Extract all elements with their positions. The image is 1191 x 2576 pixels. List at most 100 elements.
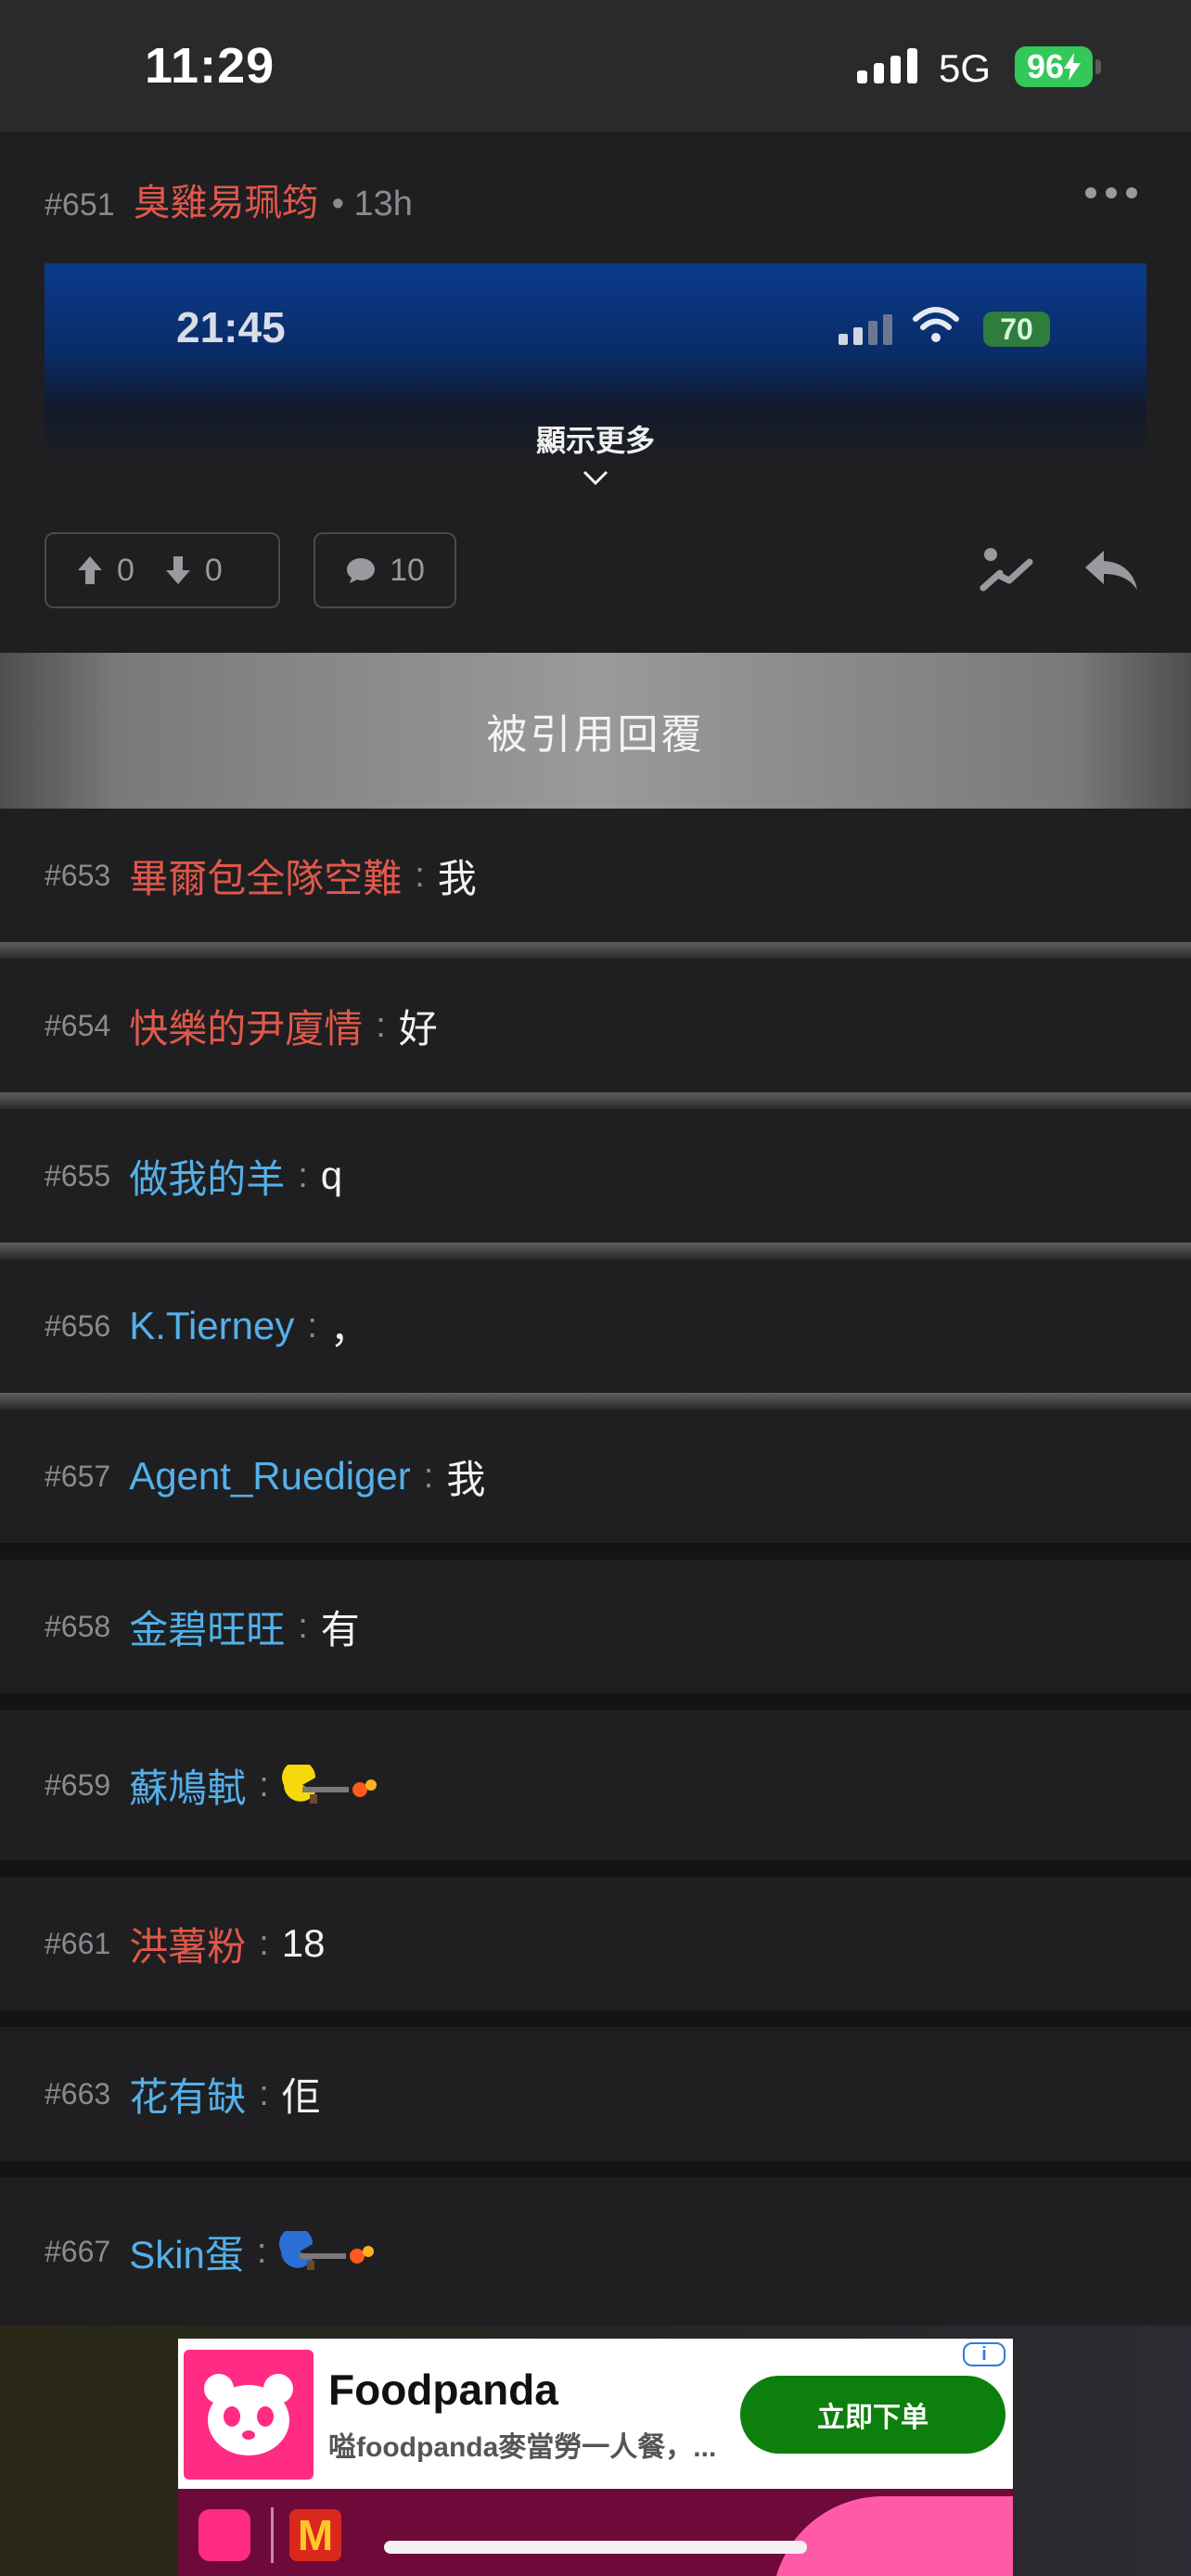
- battery-indicator: 96: [1015, 46, 1093, 87]
- reply-text: ，: [329, 1307, 369, 1351]
- reply-text: 佢: [281, 2074, 321, 2119]
- quoted-replies-title: 被引用回覆: [486, 712, 705, 758]
- post-floor-number: #651: [45, 187, 115, 223]
- arrow-down-icon: [165, 556, 190, 584]
- vote-group: 0 0: [45, 532, 280, 608]
- preview-wifi-icon: [913, 307, 959, 342]
- post-card: #651 臭雞易珮筠 • 13h 21:45 70 顯示更多 0 0 10: [0, 132, 1191, 653]
- upvote-button[interactable]: 0: [76, 553, 134, 589]
- battery-level: 96: [1026, 47, 1065, 85]
- ad-info-icon[interactable]: i: [963, 2342, 1005, 2366]
- reply-row[interactable]: #653 畢爾包全隊空難 : 我: [0, 809, 1191, 942]
- home-indicator[interactable]: [384, 2541, 807, 2554]
- reply-floor-number: #655: [45, 1158, 111, 1192]
- ad-image-strip: M: [178, 2489, 1013, 2576]
- order-now-button[interactable]: 立即下单: [740, 2376, 1005, 2454]
- reply-floor-number: #661: [45, 1926, 111, 1960]
- reply-separator: :: [298, 1155, 308, 1195]
- comment-count: 10: [390, 552, 425, 588]
- ad-title: Foodpanda: [328, 2366, 558, 2414]
- chevron-down-icon: [583, 470, 608, 486]
- post-author[interactable]: 臭雞易珮筠: [134, 172, 319, 226]
- reply-author[interactable]: 快樂的尹廈情: [129, 998, 363, 1054]
- reply-row[interactable]: #661 洪薯粉 : 18: [0, 1877, 1191, 2010]
- quote-icon[interactable]: [980, 545, 1033, 593]
- network-label: 5G: [939, 46, 992, 90]
- quoted-replies-header: 被引用回覆: [0, 653, 1191, 809]
- comment-bubble-icon: [347, 558, 376, 583]
- reply-row[interactable]: #663 花有缺 : 佢: [0, 2027, 1191, 2161]
- reply-row[interactable]: #656 K.Tierney : ，: [0, 1259, 1191, 1393]
- blue-shooter-sticker-icon: [279, 2231, 375, 2270]
- reply-author[interactable]: 蘇鳩軾: [129, 1757, 246, 1814]
- reply-author[interactable]: 做我的羊: [129, 1148, 285, 1205]
- status-time: 11:29: [145, 38, 275, 94]
- mcdonalds-logo-icon: M: [289, 2509, 341, 2561]
- strip-divider: [271, 2507, 274, 2563]
- reply-row[interactable]: #658 金碧旺旺 : 有: [0, 1560, 1191, 1693]
- row-divider: [0, 942, 1191, 959]
- show-more-label: 顯示更多: [535, 424, 655, 457]
- reply-author[interactable]: Agent_Ruediger: [129, 1454, 411, 1498]
- reply-author[interactable]: K.Tierney: [129, 1304, 294, 1348]
- yellow-shooter-sticker-icon: [281, 1765, 377, 1804]
- reply-author[interactable]: 畢爾包全隊空難: [129, 848, 402, 904]
- row-divider: [0, 1092, 1191, 1109]
- preview-signal-icon: [839, 314, 892, 345]
- reply-separator: :: [415, 855, 425, 895]
- reply-author[interactable]: 花有缺: [129, 2066, 246, 2123]
- reply-row[interactable]: #654 快樂的尹廈情 : 好: [0, 959, 1191, 1092]
- reply-separator: :: [298, 1606, 308, 1646]
- charging-bolt-icon: [1064, 53, 1082, 81]
- panda-badge-icon: [198, 2509, 250, 2561]
- reply-text: 有: [320, 1607, 360, 1651]
- reply-text: 我: [446, 1457, 486, 1501]
- status-bar: 11:29 5G 96: [0, 0, 1191, 132]
- reply-separator: :: [423, 1456, 434, 1496]
- reply-separator: :: [256, 2231, 267, 2271]
- row-divider: [0, 2161, 1191, 2177]
- downvote-button[interactable]: 0: [164, 553, 223, 589]
- row-divider: [0, 2010, 1191, 2027]
- reply-row[interactable]: #659 蘇鳩軾 :: [0, 1710, 1191, 1860]
- row-divider: [0, 1860, 1191, 1877]
- upvote-count: 0: [117, 552, 134, 588]
- downvote-count: 0: [204, 552, 223, 588]
- reply-row[interactable]: #655 做我的羊 : q: [0, 1109, 1191, 1243]
- reply-separator: :: [259, 1765, 269, 1804]
- post-header: #651 臭雞易珮筠 • 13h: [45, 172, 413, 226]
- arrow-up-icon: [78, 556, 102, 584]
- reply-author[interactable]: 金碧旺旺: [129, 1599, 285, 1655]
- reply-floor-number: #656: [45, 1308, 111, 1343]
- reply-floor-number: #667: [45, 2234, 111, 2268]
- reply-text: q: [320, 1154, 343, 1197]
- reply-row[interactable]: #667 Skin蛋 :: [0, 2177, 1191, 2326]
- reply-separator: :: [376, 1005, 386, 1045]
- reply-author[interactable]: 洪薯粉: [129, 1916, 246, 1972]
- reply-icon[interactable]: [1082, 547, 1139, 593]
- row-divider: [0, 1243, 1191, 1259]
- ad-description: 嗌foodpanda麥當勞一人餐，...: [328, 2432, 717, 2463]
- reply-row[interactable]: #657 Agent_Ruediger : 我: [0, 1409, 1191, 1543]
- preview-time: 21:45: [176, 303, 286, 351]
- reply-separator: :: [259, 2073, 269, 2113]
- reply-text: 好: [398, 1006, 438, 1051]
- reply-floor-number: #653: [45, 858, 111, 892]
- reply-text: 18: [281, 1921, 326, 1965]
- reply-floor-number: #657: [45, 1459, 111, 1493]
- reply-floor-number: #659: [45, 1767, 111, 1802]
- reply-text: 我: [437, 856, 477, 900]
- comments-button[interactable]: 10: [314, 532, 456, 608]
- row-divider: [0, 1393, 1191, 1409]
- panda-mascot-image: [772, 2496, 1013, 2576]
- more-options-icon[interactable]: [1085, 187, 1137, 202]
- signal-icon: [857, 48, 917, 83]
- row-divider: [0, 1543, 1191, 1560]
- battery-cap: [1095, 59, 1101, 74]
- reply-floor-number: #654: [45, 1008, 111, 1042]
- preview-battery: 70: [983, 312, 1050, 347]
- reply-author[interactable]: Skin蛋: [129, 2224, 244, 2280]
- show-more-button[interactable]: 顯示更多: [0, 417, 1191, 486]
- row-divider: [0, 1693, 1191, 1710]
- reply-floor-number: #663: [45, 2076, 111, 2111]
